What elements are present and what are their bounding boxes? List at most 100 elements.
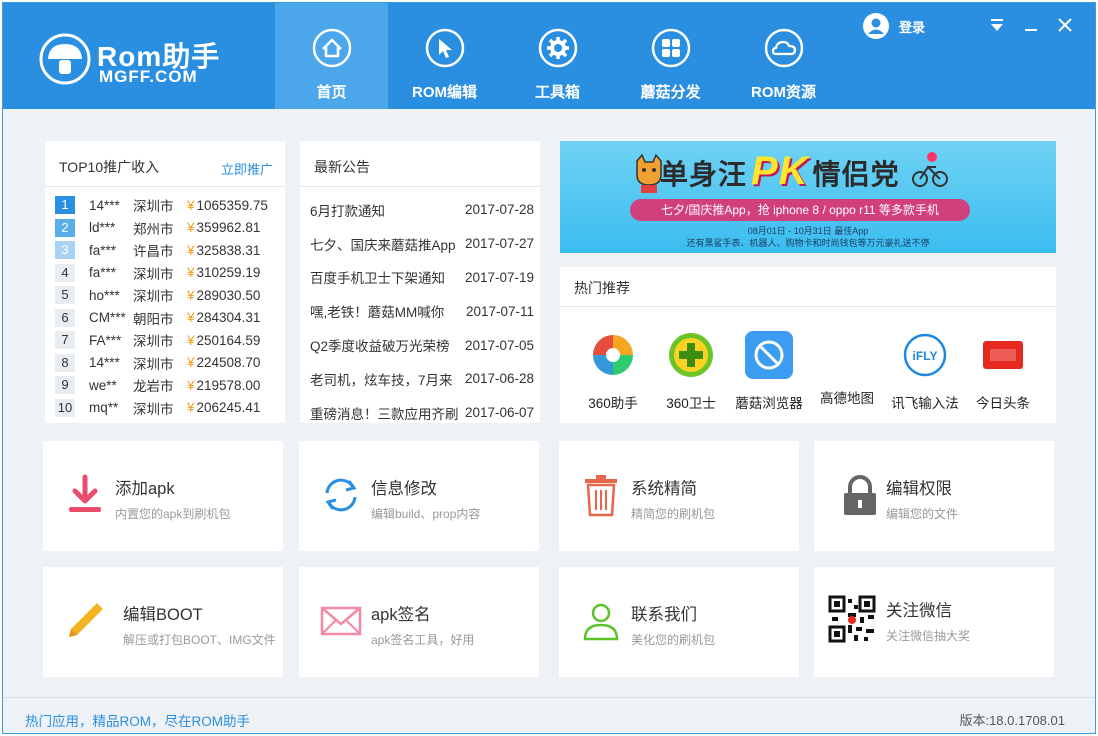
notice-date: 2017-07-27 bbox=[464, 236, 534, 252]
close-icon[interactable] bbox=[1055, 15, 1075, 35]
tile-desc: 编辑您的文件 bbox=[886, 507, 959, 521]
banner-title: 单身汪 PK 情侣党 bbox=[660, 149, 900, 194]
hot-app-label: 360助手 bbox=[588, 396, 638, 411]
hot-app-list: 360助手 360卫士 蘑菇浏览器 高德地图 iFLY 讯飞输入法 今日头条 bbox=[574, 329, 1056, 412]
360-guard-icon bbox=[669, 333, 713, 377]
nav-rom-edit[interactable]: ROM编辑 bbox=[388, 3, 501, 109]
rank-amount: ¥325838.31 bbox=[187, 243, 260, 258]
toutiao-icon bbox=[983, 341, 1023, 369]
banner-subtext: 08月01日 - 10月31日 最佳App 还有黑鲨手表、机器人、购物卡和时尚钱… bbox=[560, 225, 1056, 249]
rank-row: 6 CM*** 朝阳市 ¥284304.31 bbox=[55, 307, 281, 330]
minimize-icon[interactable] bbox=[1021, 15, 1041, 35]
login-button[interactable]: 登录 bbox=[863, 12, 925, 40]
rank-number: 9 bbox=[55, 376, 75, 395]
hot-app-ifly[interactable]: iFLY 讯飞输入法 bbox=[886, 329, 964, 412]
nav-rom-edit-label: ROM编辑 bbox=[412, 84, 477, 101]
promo-banner[interactable]: 单身汪 PK 情侣党 七夕/国庆推App，抢 iphone 8 / oppo r11… bbox=[560, 141, 1056, 253]
tile-desc: 内置您的apk到刷机包 bbox=[115, 507, 231, 521]
notice-item[interactable]: 6月打款通知 2017-07-28 bbox=[310, 193, 536, 227]
tile-title: 编辑权限 bbox=[886, 480, 952, 498]
rank-amount: ¥1065359.75 bbox=[187, 198, 268, 213]
top10-list: 1 14*** 深圳市 ¥1065359.75 2 ld*** 郑州市 ¥359… bbox=[55, 194, 281, 419]
rank-user: fa*** bbox=[89, 242, 117, 258]
tile-title: 编辑BOOT bbox=[123, 606, 203, 624]
add-apk-tile[interactable]: 添加apk 内置您的apk到刷机包 bbox=[43, 441, 283, 551]
yen-sign: ¥ bbox=[187, 220, 195, 236]
rank-user: 14*** bbox=[89, 355, 120, 371]
home-icon bbox=[312, 28, 352, 68]
notice-item[interactable]: Q2季度收益破万光荣榜 2017-07-05 bbox=[310, 328, 536, 362]
hot-app-amap[interactable]: 高德地图 bbox=[808, 329, 886, 412]
hot-app-label: 讯飞输入法 bbox=[891, 396, 959, 411]
rank-number: 3 bbox=[55, 241, 75, 260]
menu-dropdown-icon[interactable] bbox=[987, 15, 1007, 35]
notice-item[interactable]: 老司机，炫车技，7月来 2017-06-28 bbox=[310, 362, 536, 396]
edit-boot-tile[interactable]: 编辑BOOT 解压或打包BOOT、IMG文件 bbox=[43, 567, 283, 677]
notice-item[interactable]: 七夕、国庆来蘑菇推App 2017-07-27 bbox=[310, 227, 536, 261]
tile-title: 联系我们 bbox=[631, 606, 697, 624]
rank-user: ho*** bbox=[89, 287, 120, 303]
notice-date: 2017-07-05 bbox=[464, 337, 534, 353]
rank-number: 1 bbox=[55, 196, 75, 215]
cursor-icon bbox=[425, 28, 465, 68]
mushroom-logo-icon bbox=[39, 33, 91, 85]
rank-amount-value: 250164.59 bbox=[196, 332, 261, 348]
user-icon bbox=[583, 603, 619, 641]
banner-sub-line2: 还有黑鲨手表、机器人、购物卡和时尚钱包等万元豪礼送不停 bbox=[686, 238, 930, 248]
rank-amount-value: 206245.41 bbox=[196, 400, 261, 416]
lock-icon bbox=[844, 475, 876, 515]
hot-app-label: 高德地图 bbox=[820, 391, 874, 406]
rank-row: 3 fa*** 许昌市 ¥325838.31 bbox=[55, 239, 281, 262]
yen-sign: ¥ bbox=[187, 242, 195, 258]
notice-item[interactable]: 嘿,老铁！蘑菇MM喊你 2017-07-11 bbox=[310, 294, 536, 328]
nav-distribute[interactable]: 蘑菇分发 bbox=[614, 3, 727, 109]
nav-rom-resources[interactable]: ROM资源 bbox=[727, 3, 840, 109]
svg-text:iFLY: iFLY bbox=[913, 349, 938, 363]
info-edit-tile[interactable]: 信息修改 编辑build、prop内容 bbox=[299, 441, 539, 551]
nav-home[interactable]: 首页 bbox=[275, 3, 388, 109]
contact-us-tile[interactable]: 联系我们 美化您的刷机包 bbox=[559, 567, 799, 677]
notice-date: 2017-07-11 bbox=[465, 303, 534, 319]
rank-user: CM*** bbox=[89, 310, 126, 326]
hot-app-360-assistant[interactable]: 360助手 bbox=[574, 329, 652, 412]
notice-item[interactable]: 重磅消息！三款应用齐刷 2017-06-07 bbox=[310, 396, 536, 430]
hot-app-label: 今日头条 bbox=[976, 396, 1030, 411]
notice-date: 2017-07-19 bbox=[464, 269, 534, 285]
footer-slogan-link[interactable]: 热门应用，精品ROM，尽在ROM助手 bbox=[25, 710, 250, 730]
yen-sign: ¥ bbox=[187, 197, 195, 213]
edit-permission-tile[interactable]: 编辑权限 编辑您的文件 bbox=[814, 441, 1054, 551]
top10-panel: TOP10推广收入 立即推广 1 14*** 深圳市 ¥1065359.75 2… bbox=[45, 141, 285, 423]
nav-toolbox[interactable]: 工具箱 bbox=[501, 3, 614, 109]
hot-app-360-guard[interactable]: 360卫士 bbox=[652, 329, 730, 412]
apk-sign-tile[interactable]: apk签名 apk签名工具，好用 bbox=[299, 567, 539, 677]
rank-city: 深圳市 bbox=[133, 356, 174, 372]
hot-app-toutiao[interactable]: 今日头条 bbox=[964, 329, 1042, 412]
rank-amount-value: 325838.31 bbox=[196, 242, 261, 258]
main-nav: 首页 ROM编辑 工具箱 蘑菇分发 ROM资源 bbox=[275, 3, 840, 109]
banner-title-right: 情侣党 bbox=[812, 159, 900, 190]
follow-wechat-tile[interactable]: 关注微信 关注微信抽大奖 bbox=[814, 567, 1054, 677]
rank-number: 7 bbox=[55, 331, 75, 350]
rank-user: we** bbox=[89, 377, 117, 393]
envelope-icon bbox=[320, 606, 362, 636]
notice-title: 6月打款通知 bbox=[310, 203, 386, 219]
rank-amount: ¥224508.70 bbox=[187, 355, 260, 370]
rank-amount-value: 224508.70 bbox=[196, 355, 261, 371]
top10-header: TOP10推广收入 立即推广 bbox=[45, 141, 285, 187]
rank-row: 9 we** 龙岩市 ¥219578.00 bbox=[55, 374, 281, 397]
nav-toolbox-label: 工具箱 bbox=[534, 84, 580, 101]
rank-city: 深圳市 bbox=[133, 266, 174, 282]
notice-title: 七夕、国庆来蘑菇推App bbox=[310, 237, 456, 253]
system-slim-tile[interactable]: 系统精简 精简您的刷机包 bbox=[559, 441, 799, 551]
yen-sign: ¥ bbox=[187, 400, 195, 416]
hot-recommend-title: 热门推荐 bbox=[574, 280, 630, 296]
notice-title: 百度手机卫士下架通知 bbox=[310, 271, 445, 287]
notice-title: 重磅消息！三款应用齐刷 bbox=[310, 406, 458, 422]
notice-item[interactable]: 百度手机卫士下架通知 2017-07-19 bbox=[310, 261, 536, 295]
tile-title: 添加apk bbox=[115, 480, 175, 498]
tile-desc: 关注微信抽大奖 bbox=[886, 629, 971, 643]
hot-app-mogu-browser[interactable]: 蘑菇浏览器 bbox=[730, 329, 808, 412]
banner-title-pk: PK bbox=[751, 149, 809, 193]
promote-now-link[interactable]: 立即推广 bbox=[221, 159, 273, 178]
version-label: 版本:18.0.1708.01 bbox=[959, 713, 1065, 728]
